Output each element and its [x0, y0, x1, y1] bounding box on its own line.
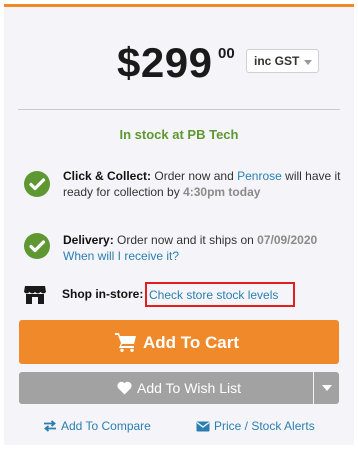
add-to-cart-button[interactable]: Add To Cart [19, 320, 339, 364]
add-to-cart-label: Add To Cart [143, 333, 240, 352]
click-collect-text-before: Order now and [154, 169, 234, 183]
exchange-arrows-icon [44, 420, 56, 432]
delivery-row: Delivery: Order now and it ships on 07/0… [24, 232, 344, 268]
stock-status: In stock at PB Tech [119, 127, 239, 142]
delivery-text: Delivery: Order now and it ships on 07/0… [63, 232, 343, 264]
caret-down-icon [322, 385, 332, 391]
click-collect-label: Click & Collect: [63, 169, 152, 183]
store-link-penrose[interactable]: Penrose [237, 169, 282, 183]
heart-icon [117, 381, 132, 395]
check-circle-icon [24, 233, 50, 259]
wish-list-dropdown-button[interactable] [314, 372, 339, 404]
product-purchase-panel: $299 00 inc GST In stock at PB Tech Clic… [4, 4, 354, 445]
collection-time: 4:30pm today [183, 185, 261, 199]
price-dollars: $299 [117, 39, 213, 86]
store-icon [24, 286, 46, 304]
in-store-row: Shop in-store: Check store stock levels [24, 282, 344, 308]
click-collect-text: Click & Collect: Order now and Penrose w… [63, 168, 343, 200]
add-to-wish-list-label: Add To Wish List [137, 380, 242, 396]
check-stock-link-label: Check store stock levels [149, 288, 279, 302]
ship-date: 07/09/2020 [257, 233, 318, 247]
divider [18, 109, 340, 110]
add-to-compare-link[interactable]: Add To Compare [43, 419, 173, 435]
cart-icon [115, 333, 136, 352]
tax-select-value: inc GST [254, 54, 300, 68]
price-stock-alerts-link[interactable]: Price / Stock Alerts [196, 419, 346, 435]
chevron-down-icon [304, 60, 312, 65]
envelope-icon [196, 421, 210, 432]
click-collect-row: Click & Collect: Order now and Penrose w… [24, 168, 344, 204]
price-row: $299 00 inc GST [4, 37, 354, 89]
when-receive-link[interactable]: When will I receive it? [63, 249, 179, 263]
price-cents: 00 [218, 45, 235, 62]
price-stock-alerts-label: Price / Stock Alerts [214, 419, 315, 433]
in-store-label: Shop in-store: [62, 287, 144, 301]
check-circle-icon [24, 171, 50, 197]
add-to-wish-list-button[interactable]: Add To Wish List [19, 372, 313, 404]
add-to-compare-label: Add To Compare [61, 419, 151, 433]
check-stock-link[interactable]: Check store stock levels [145, 282, 295, 307]
tax-select[interactable]: inc GST [246, 49, 319, 73]
delivery-text-body: Order now and it ships on [117, 233, 254, 247]
delivery-label: Delivery: [63, 233, 114, 247]
